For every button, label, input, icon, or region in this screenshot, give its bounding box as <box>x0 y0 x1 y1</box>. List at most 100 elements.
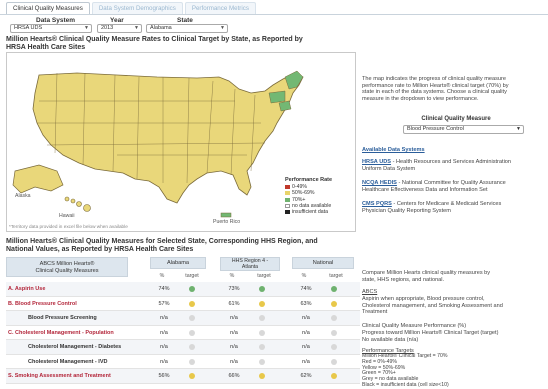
state-value: 56% <box>158 373 170 379</box>
chevron-down-icon: ▼ <box>516 126 521 132</box>
legend-swatch <box>285 197 290 202</box>
system-hrsa: HRSA UDS - Health Resources and Services… <box>362 159 511 172</box>
table-title-line2: National Values, as Reported by HRSA Hea… <box>6 246 194 253</box>
region-value: 66% <box>228 373 240 379</box>
system-cms: CMS PQRS - Centers for Medicare & Medica… <box>362 201 501 214</box>
contiguous-us[interactable] <box>32 70 304 204</box>
legend-swatch <box>285 210 290 215</box>
measure-label: B. Blood Pressure Control <box>8 300 77 307</box>
measure-label: A. Aspirin Use <box>8 286 46 292</box>
measure-label: C. Cholesterol Management - Population <box>8 329 114 336</box>
compare-note-line: state, HHS regions, and national. <box>362 276 445 283</box>
new-york-state <box>268 90 286 104</box>
table-row: C. Cholesterol Management - Population n/… <box>6 326 360 340</box>
territory-footnote: *Territory data provided in excel file b… <box>9 224 128 229</box>
sub-header-target: target <box>185 273 199 279</box>
sub-header-pct: % <box>229 273 235 279</box>
puerto-rico-label: Puerto Rico <box>213 219 241 225</box>
tab-performance-metrics[interactable]: Performance Metrics <box>184 2 256 14</box>
map-description: The map indicates the progress of clinic… <box>362 76 509 102</box>
state-value: n/a <box>160 358 168 365</box>
chevron-down-icon: ▼ <box>134 25 139 31</box>
table-row: Cholesterol Management - IVD n/a n/a n/a <box>6 355 360 369</box>
data-system-select[interactable]: HRSA UDS ▼ <box>10 24 92 33</box>
year-select[interactable]: 2013 ▼ <box>97 24 142 33</box>
legend-label: insufficient data <box>292 209 328 216</box>
national-value: n/a <box>302 329 310 336</box>
tab-clinical-quality-measures[interactable]: Clinical Quality Measures <box>6 2 90 14</box>
system-desc: Physician Quality Reporting System <box>362 207 451 214</box>
target-indicator-dot <box>189 286 195 292</box>
abcs-title: ABCS <box>362 289 378 295</box>
state-label: State <box>177 17 193 24</box>
map-description-line: measure in the dropdown to view performa… <box>362 95 479 102</box>
table-title: Million Hearts® Clinical Quality Measure… <box>6 238 318 254</box>
chevron-down-icon: ▼ <box>84 25 89 31</box>
cqm-performance-note: Clinical Quality Measure Performance (%) <box>362 323 467 329</box>
target-indicator-dot <box>331 300 337 307</box>
target-indicator-dot <box>331 373 337 379</box>
hawaii-label: Hawaii <box>59 213 75 219</box>
target-indicator-dot <box>189 315 195 321</box>
target-indicator-dot <box>259 286 265 292</box>
target-indicator-dot <box>189 329 195 336</box>
region-value: n/a <box>230 329 238 336</box>
map-title-line1: Million Hearts® Clinical Quality Measure… <box>6 36 303 43</box>
data-system-value: HRSA UDS <box>14 25 43 31</box>
target-indicator-dot <box>189 300 195 307</box>
national-value: n/a <box>302 315 310 321</box>
col-header-measure: ABCS Million Hearts® Clinical Quality Me… <box>6 257 128 277</box>
table-row: Cholesterol Management - Diabetes n/a n/a n… <box>6 340 360 355</box>
cqm-value: Blood Pressure Control <box>407 126 464 132</box>
abcs-text-line: Treatment <box>362 309 388 315</box>
national-value: n/a <box>302 344 310 350</box>
alaska-state[interactable] <box>12 164 64 194</box>
region-value: 73% <box>228 286 240 292</box>
target-indicator-dot <box>259 300 265 307</box>
measure-label: Cholesterol Management - IVD <box>28 358 108 365</box>
puerto-rico-territory[interactable] <box>220 212 232 218</box>
measure-label: S. Smoking Assessment and Treatment <box>8 373 111 379</box>
col-header-region-line: Atlanta <box>241 264 259 270</box>
measures-table: A. Aspirin Use 74% 73% 74% B. Blood Pressure… <box>6 282 360 388</box>
col-header-national: National <box>292 257 354 269</box>
tab-bar: Clinical Quality Measures Data System De… <box>6 2 256 14</box>
target-indicator-dot <box>189 358 195 365</box>
system-name-link[interactable]: HRSA UDS <box>362 159 391 165</box>
cqm-select[interactable]: Blood Pressure Control ▼ <box>403 125 524 134</box>
system-desc: - National Committee for Quality Assuran… <box>398 180 506 186</box>
hawaii-state[interactable] <box>64 196 91 212</box>
system-desc: Healthcare Effectiveness Data and Inform… <box>362 186 488 193</box>
region-value: n/a <box>230 358 238 365</box>
target-indicator-dot <box>259 344 265 350</box>
system-name-link[interactable]: NCQA HEDIS <box>362 180 397 186</box>
cqm-label: Clinical Quality Measure <box>421 116 491 122</box>
available-data-systems-title[interactable]: Available Data Systems <box>362 147 425 154</box>
measure-label: Blood Pressure Screening <box>28 315 97 321</box>
progress-note: Progress toward Million Hearts® Clinical… <box>362 330 499 336</box>
system-name-link[interactable]: CMS PQRS <box>362 201 392 207</box>
state-value: n/a <box>160 329 168 336</box>
system-desc: - Centers for Medicare & Medicaid Servic… <box>393 201 502 207</box>
legend-swatch <box>285 191 290 196</box>
state-value: n/a <box>160 344 168 350</box>
map-description-line: The map indicates the progress of clinic… <box>362 76 506 82</box>
data-system-label: Data System <box>36 17 76 24</box>
table-row: S. Smoking Assessment and Treatment 56% 66… <box>6 369 360 384</box>
target-indicator-dot <box>331 315 337 321</box>
abcs-text: Aspirin when appropriate, Blood pressure… <box>362 296 503 316</box>
target-indicator-dot <box>259 373 265 379</box>
tab-data-system-demographics[interactable]: Data System Demographics <box>91 2 183 14</box>
col-header-region: HHS Region 4 - Atlanta <box>220 257 280 271</box>
region-value: 61% <box>228 300 240 307</box>
map-legend: Performance Rate 0-49% 50%-69% 70%+ no d… <box>285 177 355 215</box>
compare-note: Compare Million Hearts clinical quality … <box>362 270 490 283</box>
state-value: Alabama <box>150 25 172 31</box>
sub-header-pct: % <box>301 273 307 279</box>
state-value: 57% <box>158 300 170 307</box>
national-value: n/a <box>302 358 310 365</box>
table-row: B. Blood Pressure Control 57% 61% 63% <box>6 297 360 311</box>
sub-header-target: target <box>329 273 343 279</box>
legend-item: insufficient data <box>285 209 355 215</box>
state-select[interactable]: Alabama ▼ <box>146 24 228 33</box>
